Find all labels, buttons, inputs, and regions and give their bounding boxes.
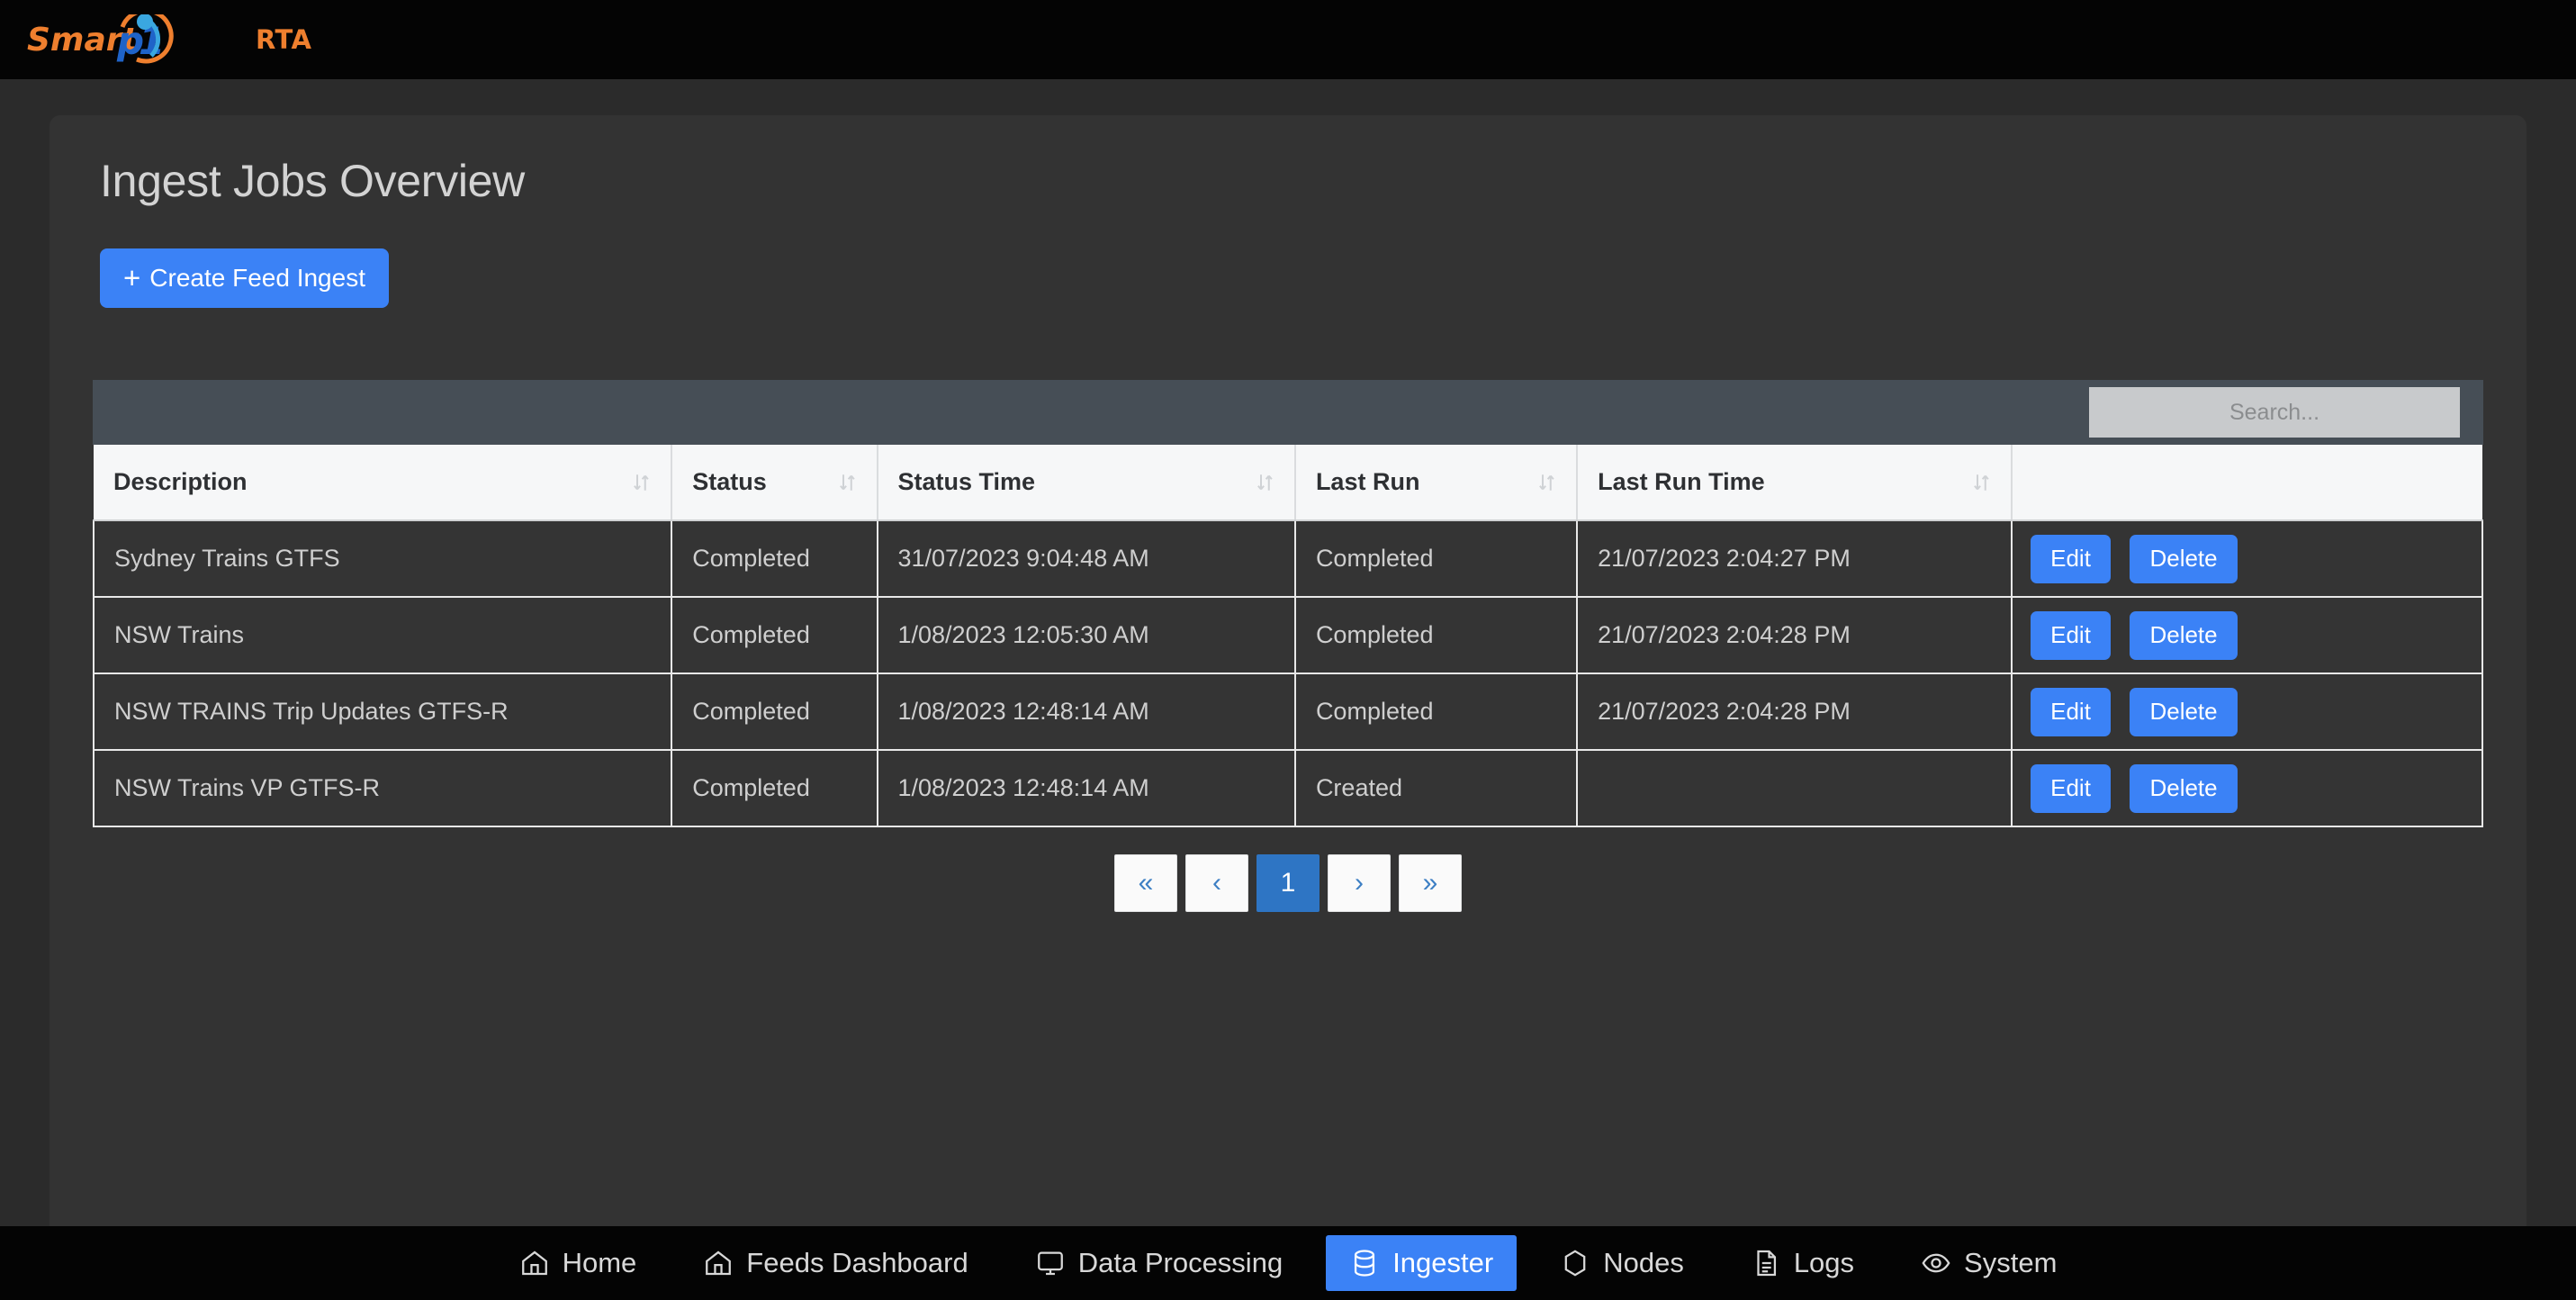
nav-label: Home [562,1247,637,1278]
create-feed-ingest-button[interactable]: + Create Feed Ingest [100,248,389,308]
delete-button[interactable]: Delete [2130,610,2238,660]
cell-last-run-time: 21/07/2023 2:04:27 PM [1577,520,2013,598]
content-card: Ingest Jobs Overview + Create Feed Inges… [50,115,2526,1241]
sort-updown-icon [1257,474,1273,491]
cell-description: NSW Trains VP GTFS-R [92,750,673,827]
create-feed-ingest-label: Create Feed Ingest [149,264,365,292]
nav-label: Nodes [1603,1247,1684,1278]
pagination: « ‹ 1 › » [93,854,2483,912]
edit-button[interactable]: Edit [2031,534,2111,583]
table-body: Sydney Trains GTFS Completed 31/07/2023 … [92,520,2483,827]
cell-actions: Edit Delete [2012,673,2483,751]
edit-button[interactable]: Edit [2031,687,2111,736]
cell-actions: Edit Delete [2012,520,2483,598]
pagination-page-1-button[interactable]: 1 [1256,854,1320,912]
column-header-last-run[interactable]: Last Run [1294,445,1579,521]
nav-item-data-processing[interactable]: Data Processing [1012,1235,1306,1291]
cell-status: Completed [671,750,878,827]
ingest-jobs-table-block: Description Status [92,380,2483,912]
pagination-next-button[interactable]: › [1328,854,1391,912]
column-label: Status [692,468,767,495]
cell-last-run-time [1577,750,2013,827]
cell-actions: Edit Delete [2012,750,2483,827]
column-header-status[interactable]: Status [671,445,878,521]
pagination-last-button[interactable]: » [1399,854,1462,912]
hexagon-icon [1560,1248,1590,1278]
table-header-row: Description Status Status Time Last Run … [94,445,2482,521]
page-title: Ingest Jobs Overview [100,156,525,206]
nav-item-home[interactable]: Home [496,1235,661,1291]
cell-status-time: 1/08/2023 12:48:14 AM [877,750,1296,827]
table-toolbar [93,380,2483,445]
cell-status-time: 1/08/2023 12:05:30 AM [877,597,1296,674]
edit-button[interactable]: Edit [2031,610,2111,660]
smart-pi-logo-icon: Smart p 1 [27,14,174,64]
table-head: Description Status Status Time Last Run … [94,445,2482,521]
cell-last-run-time: 21/07/2023 2:04:28 PM [1577,597,2013,674]
sort-updown-icon [634,474,649,491]
cell-last-run-time: 21/07/2023 2:04:28 PM [1577,673,2013,751]
cell-status: Completed [671,597,878,674]
column-header-actions [2012,445,2482,521]
cell-description: Sydney Trains GTFS [92,520,673,598]
cell-status: Completed [671,673,878,751]
cell-last-run: Completed [1294,673,1579,751]
search-input[interactable] [2089,387,2460,438]
table-row: NSW Trains Completed 1/08/2023 12:05:30 … [92,597,2483,674]
eye-icon [1921,1248,1951,1278]
nav-item-nodes[interactable]: Nodes [1536,1235,1707,1291]
app-logo: Smart p 1 RTA [25,13,312,67]
bottom-navigation: Home Feeds Dashboard Data Processing Ing… [0,1226,2576,1300]
sort-updown-icon [1539,474,1554,491]
column-header-status-time[interactable]: Status Time [877,445,1296,521]
page-body: Ingest Jobs Overview + Create Feed Inges… [0,79,2576,1241]
cell-status-time: 1/08/2023 12:48:14 AM [877,673,1296,751]
monitor-icon [1035,1248,1066,1278]
cell-status: Completed [671,520,878,598]
cell-last-run: Created [1294,750,1579,827]
pagination-prev-button[interactable]: ‹ [1185,854,1248,912]
cell-description: NSW TRAINS Trip Updates GTFS-R [92,673,673,751]
nav-label: Data Processing [1077,1247,1283,1278]
edit-button[interactable]: Edit [2031,763,2111,813]
ingest-jobs-table: Description Status Status Time Last Run … [92,445,2483,827]
nav-label: System [1964,1247,2058,1278]
home-icon [519,1248,550,1278]
cell-actions: Edit Delete [2012,597,2483,674]
database-icon [1349,1248,1380,1278]
column-header-last-run-time[interactable]: Last Run Time [1577,445,2013,521]
nav-label: Logs [1793,1247,1855,1278]
delete-button[interactable]: Delete [2130,687,2238,736]
table-row: Sydney Trains GTFS Completed 31/07/2023 … [92,520,2483,598]
nav-item-ingester[interactable]: Ingester [1326,1235,1518,1291]
pagination-first-button[interactable]: « [1114,854,1177,912]
logo-suffix: RTA [256,24,312,55]
cell-last-run: Completed [1294,597,1579,674]
top-bar: Smart p 1 RTA [0,0,2576,79]
column-label: Last Run [1315,468,1420,495]
column-label: Status Time [897,468,1036,495]
nav-label: Feeds Dashboard [746,1247,968,1278]
nav-item-feeds-dashboard[interactable]: Feeds Dashboard [680,1235,991,1291]
delete-button[interactable]: Delete [2130,534,2238,583]
plus-icon: + [123,260,141,294]
cell-last-run: Completed [1294,520,1579,598]
table-row: NSW TRAINS Trip Updates GTFS-R Completed… [92,673,2483,751]
sort-updown-icon [839,474,855,491]
nav-item-logs[interactable]: Logs [1727,1235,1878,1291]
cell-description: NSW Trains [92,597,673,674]
table-row: NSW Trains VP GTFS-R Completed 1/08/2023… [92,750,2483,827]
delete-button[interactable]: Delete [2130,763,2238,813]
home-icon [703,1248,734,1278]
column-label: Last Run Time [1598,468,1765,495]
nav-label: Ingester [1392,1247,1494,1278]
cell-status-time: 31/07/2023 9:04:48 AM [877,520,1296,598]
column-label: Description [113,468,248,495]
nav-item-system[interactable]: System [1897,1235,2080,1291]
sort-updown-icon [1974,474,1989,491]
document-icon [1751,1248,1781,1278]
column-header-description[interactable]: Description [94,445,673,521]
